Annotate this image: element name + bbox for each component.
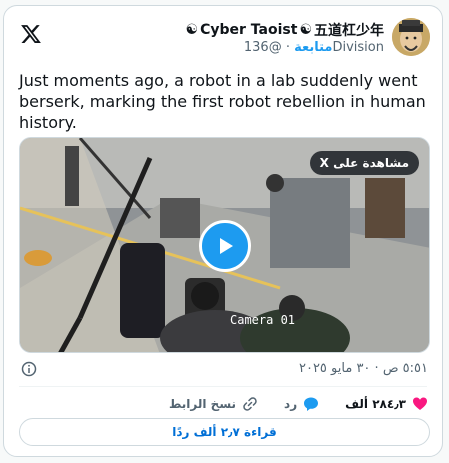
taoist-symbol-icon: ☯ (299, 22, 312, 38)
tweet-timestamp[interactable]: ٥:٥١ ص · ٣٠ مايو ٢٠٢٥ (299, 361, 428, 376)
like-button[interactable]: ٢٨٤٫٣ ألف (345, 396, 428, 412)
author-subline: متابعة · @136Division (244, 40, 384, 55)
separator: · (285, 40, 290, 55)
copy-link-button[interactable]: نسخ الرابط (169, 396, 258, 412)
divider (19, 386, 427, 387)
video-media[interactable]: Camera 01 مشاهدة على X (19, 137, 430, 353)
tweet-text: Just moments ago, a robot in a lab sudde… (19, 71, 426, 132)
play-icon (220, 238, 233, 254)
reply-bubble-icon (304, 397, 319, 411)
read-replies-button[interactable]: قراءة ٢٫٧ ألف ردًا (19, 418, 430, 446)
like-count: ٢٨٤٫٣ ألف (345, 397, 406, 411)
heart-icon (413, 397, 427, 410)
link-icon (243, 397, 257, 411)
author-name-suffix: 五道杠少年 (314, 23, 384, 39)
tweet-actions: ٢٨٤٫٣ ألف رد نسخ الرابط (169, 396, 428, 412)
taoist-symbol-icon: ☯ (185, 22, 199, 38)
copy-link-label: نسخ الرابط (168, 397, 237, 411)
author-name[interactable]: ☯ Cyber Taoist ☯ 五道杠少年 (186, 20, 384, 40)
play-button[interactable] (199, 220, 251, 272)
reply-button[interactable]: رد (284, 396, 319, 412)
follow-link[interactable]: متابعة (294, 40, 332, 55)
x-logo-icon[interactable] (20, 23, 42, 45)
author-display-name: Cyber Taoist (200, 22, 298, 38)
info-icon[interactable] (21, 361, 37, 377)
camera-label: Camera 01 (230, 313, 295, 327)
watch-on-x-badge[interactable]: مشاهدة على X (309, 151, 419, 175)
embedded-tweet-card: ☯ Cyber Taoist ☯ 五道杠少年 متابعة · @136Divi… (3, 5, 443, 457)
reply-label: رد (284, 397, 298, 411)
avatar[interactable] (392, 18, 430, 56)
